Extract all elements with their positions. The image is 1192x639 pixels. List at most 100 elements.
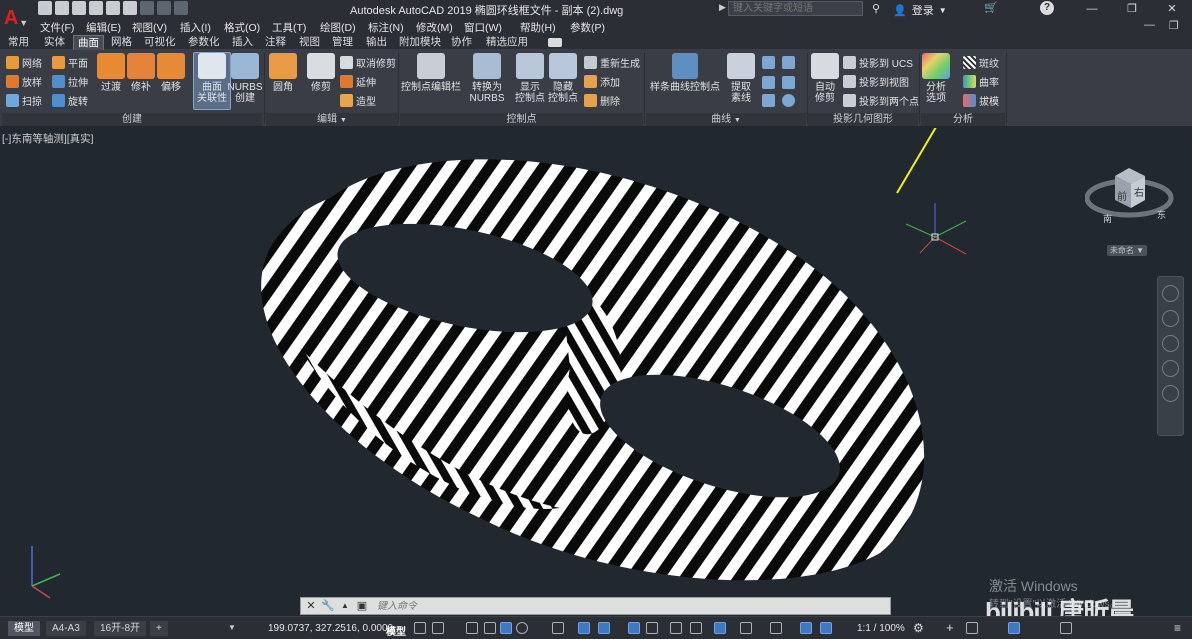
zoom-icon[interactable]	[1162, 335, 1179, 352]
chevron-down-icon[interactable]: ▼	[939, 6, 947, 15]
tab-surface[interactable]: 曲面	[73, 35, 104, 50]
panel-title-edit[interactable]: 编辑 ▼	[266, 113, 398, 126]
minimize-button[interactable]: —	[1072, 0, 1112, 18]
transparency-icon[interactable]	[646, 622, 658, 634]
annotation-scale[interactable]: 1:1 / 100%	[857, 623, 905, 634]
tab-addins[interactable]: 附加模块	[395, 35, 445, 50]
maximize-button[interactable]: ❐	[1112, 0, 1152, 18]
hardware-acceleration-icon[interactable]	[1008, 622, 1020, 634]
tab-visualize[interactable]: 可视化	[140, 35, 180, 50]
arc-icon[interactable]	[762, 76, 775, 89]
close-icon[interactable]: ✕	[304, 599, 318, 613]
model-space-button[interactable]: 模型	[386, 623, 406, 638]
tab-insert[interactable]: 插入	[228, 35, 257, 50]
compass-east-label[interactable]: 东	[1157, 208, 1166, 221]
line-segment-icon[interactable]	[762, 94, 775, 107]
cart-icon[interactable]: 🛒	[984, 1, 998, 14]
coordinate-readout[interactable]: 199.0737, 327.2516, 0.0000	[268, 623, 393, 634]
zebra-button[interactable]: 斑纹	[963, 55, 999, 70]
panel-title-curves[interactable]: 曲线 ▼	[646, 113, 806, 126]
wcs-menu[interactable]: 未命名 ▼	[1107, 245, 1147, 256]
tab-view[interactable]: 视图	[295, 35, 324, 50]
auto-scale-icon[interactable]	[820, 622, 832, 634]
isolate-objects-icon[interactable]	[966, 622, 978, 634]
redo-icon[interactable]	[157, 1, 171, 15]
wrench-icon[interactable]: 🔧	[321, 599, 335, 613]
snap-icon[interactable]	[432, 622, 444, 634]
spline-cv-button[interactable]: 样条曲线控制点	[650, 53, 720, 93]
analysis-options-button[interactable]: 分析 选项	[917, 53, 955, 104]
command-prompt-icon[interactable]: ▣	[355, 599, 369, 613]
doc-restore-button[interactable]: ❐	[1169, 19, 1179, 32]
menu-edit[interactable]: 编辑(E)	[86, 20, 121, 35]
add-cv-button[interactable]: 添加	[584, 74, 620, 89]
showmotion-icon[interactable]	[1162, 385, 1179, 402]
panel-title-create[interactable]: 创建	[2, 113, 262, 126]
plus-icon[interactable]: +	[946, 620, 954, 635]
project-two-points-button[interactable]: 投影到两个点	[843, 93, 919, 108]
search-expand-icon[interactable]: ▶	[719, 2, 726, 13]
tab-featured-apps[interactable]: 精选应用	[482, 35, 532, 50]
ortho-icon[interactable]	[500, 622, 512, 634]
menu-insert[interactable]: 插入(I)	[180, 20, 211, 35]
menu-format[interactable]: 格式(O)	[224, 20, 260, 35]
share-icon[interactable]	[174, 1, 188, 15]
command-input[interactable]	[377, 600, 777, 612]
pan-icon[interactable]	[1162, 310, 1179, 327]
clean-screen-icon[interactable]	[1060, 622, 1072, 634]
panel-title-cv[interactable]: 控制点	[400, 113, 643, 126]
lineweight-icon[interactable]	[628, 622, 640, 634]
tab-solid[interactable]: 实体	[40, 35, 69, 50]
drawing-viewport[interactable]: [-]东南等轴测][真实] 前 右 南 东 未命名 ▼	[0, 128, 1192, 616]
tab-mesh[interactable]: 网格	[107, 35, 136, 50]
project-to-ucs-button[interactable]: 投影到 UCS	[843, 55, 913, 70]
undo-icon[interactable]	[140, 1, 154, 15]
object-snap-icon[interactable]	[598, 622, 610, 634]
isodraft-icon[interactable]	[552, 622, 564, 634]
cv-edit-bar-button[interactable]: 控制点编辑栏	[400, 53, 462, 93]
menu-window[interactable]: 窗口(W)	[464, 20, 502, 35]
project-to-view-button[interactable]: 投影到视图	[843, 74, 909, 89]
orbit-icon[interactable]	[1162, 360, 1179, 377]
save-as-icon[interactable]	[89, 1, 103, 15]
menu-dimension[interactable]: 标注(N)	[368, 20, 404, 35]
rebuild-button[interactable]: 重新生成	[584, 55, 640, 70]
loft-button[interactable]: 放样	[6, 74, 42, 89]
save-icon[interactable]	[72, 1, 86, 15]
tab-output[interactable]: 输出	[362, 35, 391, 50]
autocad-logo[interactable]: A ▼	[0, 0, 32, 36]
network-button[interactable]: 网络	[6, 55, 42, 70]
convert-to-nurbs-button[interactable]: 转换为 NURBS	[468, 53, 506, 104]
tab-manage[interactable]: 管理	[328, 35, 357, 50]
3d-osnap-icon[interactable]	[690, 622, 702, 634]
object-snap-tracking-icon[interactable]	[578, 622, 590, 634]
login-label[interactable]: 登录	[912, 2, 934, 18]
hide-cv-button[interactable]: 隐藏 控制点	[544, 53, 582, 104]
help-icon[interactable]: ?	[1040, 1, 1054, 15]
extend-button[interactable]: 延伸	[340, 74, 376, 89]
chevron-down-icon[interactable]: ▼	[228, 623, 236, 632]
menu-modify[interactable]: 修改(M)	[416, 20, 453, 35]
auto-trim-button[interactable]: 自动 修剪	[806, 53, 844, 104]
polyline-icon[interactable]	[782, 56, 795, 69]
layout-tab-16k-8k[interactable]: 16开-8开	[94, 621, 147, 636]
dynamic-ucs-icon[interactable]	[714, 622, 726, 634]
grid-icon[interactable]	[414, 622, 426, 634]
menu-file[interactable]: 文件(F)	[40, 20, 74, 35]
extract-isolines-button[interactable]: 提取 素线	[722, 53, 760, 104]
tab-annotate[interactable]: 注释	[261, 35, 290, 50]
layout-tab-model[interactable]: 模型	[8, 621, 40, 636]
curvature-button[interactable]: 曲率	[963, 74, 999, 89]
viewcube-front-label[interactable]: 前	[1117, 188, 1127, 203]
selection-cycling-icon[interactable]	[670, 622, 682, 634]
search-input[interactable]	[728, 1, 863, 16]
login-area[interactable]: 👤 登录 ▼	[893, 2, 947, 18]
revolve-button[interactable]: 旋转	[52, 93, 88, 108]
open-file-icon[interactable]	[55, 1, 69, 15]
binoculars-icon[interactable]: ⚲	[872, 2, 880, 15]
gear-icon[interactable]: ⚙	[913, 621, 924, 635]
viewcube-right-label[interactable]: 右	[1134, 184, 1144, 199]
compass-south-label[interactable]: 南	[1103, 212, 1112, 225]
circle-icon[interactable]	[782, 94, 795, 107]
plot-icon[interactable]	[123, 1, 137, 15]
